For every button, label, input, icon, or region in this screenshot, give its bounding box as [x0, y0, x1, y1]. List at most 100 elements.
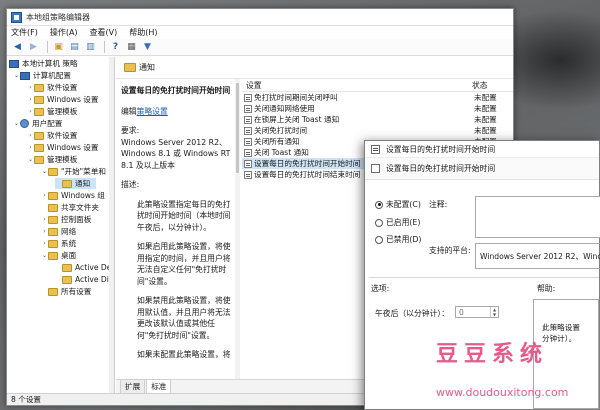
menu-file[interactable]: 文件(F) — [11, 27, 38, 38]
expand-chevron-icon[interactable]: ⌄ — [41, 168, 48, 175]
show-hide-tree-icon[interactable]: ▤ — [68, 41, 81, 54]
description-scrollbar[interactable] — [235, 79, 240, 379]
tree-item-desktop[interactable]: ⌄ 桌面 — [41, 250, 76, 261]
tree-item-shared-folders[interactable]: 共享文件夹 — [41, 202, 99, 213]
tree-item-control-panel[interactable]: › 控制面板 — [41, 214, 91, 225]
tree-item-windows-components[interactable]: › Windows 组 — [41, 190, 105, 201]
minutes-stepper[interactable]: 0 ▲ ▼ — [455, 306, 499, 318]
edit-policy-link[interactable]: 策略设置 — [137, 107, 168, 116]
radio-enabled[interactable]: 已启用(E) — [375, 217, 420, 228]
collapse-chevron-icon[interactable]: › — [27, 84, 34, 91]
folder-icon — [34, 83, 44, 92]
collapse-chevron-icon[interactable]: › — [27, 108, 34, 115]
policy-setting-icon — [371, 144, 380, 154]
edit-prefix: 编辑 — [121, 106, 137, 116]
folder-icon — [62, 263, 72, 272]
window-title: 本地组策略编辑器 — [26, 12, 90, 22]
tree-item-system[interactable]: › 系统 — [41, 238, 76, 249]
list-item[interactable]: 在锁屏上关闭 Toast 通知 未配置 — [242, 114, 513, 125]
back-arrow-icon[interactable]: ◀ — [11, 41, 24, 54]
comment-textarea[interactable] — [475, 196, 600, 238]
setting-state: 未配置 — [474, 126, 497, 135]
tree-item-notifications[interactable]: 通知 — [55, 178, 97, 189]
collapse-chevron-icon[interactable]: › — [41, 240, 48, 247]
list-item[interactable]: 关闭免打扰时间 未配置 — [242, 125, 513, 136]
description-paragraph: 此策略设置指定每日的免打扰时间开始时间（本地时间午夜后，以分钟计）。 — [137, 199, 231, 232]
tree-item-local-computer-policy[interactable]: 本地计算机 策略 — [9, 58, 78, 69]
radio-disabled[interactable]: 已禁用(D) — [375, 234, 421, 245]
up-folder-icon[interactable]: ▣ — [52, 41, 65, 54]
expand-chevron-icon[interactable]: ⌄ — [13, 72, 20, 79]
menu-view[interactable]: 查看(V) — [90, 27, 118, 38]
forward-arrow-icon[interactable]: ▶ — [27, 41, 40, 54]
tree-scrollbar[interactable] — [109, 57, 114, 393]
dialog-divider — [369, 277, 599, 278]
radio-icon[interactable] — [375, 218, 383, 227]
tree-item-label: 网络 — [61, 227, 77, 236]
column-header-setting[interactable]: 设置 — [242, 80, 468, 91]
tree-item-active-directory[interactable]: Active Di — [55, 274, 109, 285]
setting-name: 关闭通知网络使用 — [254, 104, 315, 113]
folder-icon — [48, 227, 58, 236]
radio-not-configured[interactable]: 未配置(C) — [375, 199, 421, 210]
column-header-state[interactable]: 状态 — [468, 80, 488, 91]
export-list-icon[interactable]: ▥ — [84, 41, 97, 54]
collapse-chevron-icon[interactable]: › — [27, 132, 34, 139]
pane-header: 通知 — [116, 57, 513, 79]
tree-item-user-admin-templates[interactable]: ⌄ 管理模板 — [27, 154, 77, 165]
policy-title: 设置每日的免打扰时间开始时间 — [121, 86, 231, 95]
list-item[interactable]: 关闭通知网络使用 未配置 — [242, 103, 513, 114]
minutes-after-midnight-label: 午夜后（以分钟计）： — [375, 309, 450, 318]
tree-item-user-software-settings[interactable]: › 软件设置 — [27, 130, 77, 141]
title-bar: 本地组策略编辑器 — [7, 9, 513, 26]
list-item[interactable]: 免打扰时间期间关闭呼叫 未配置 — [242, 92, 513, 103]
collapse-chevron-icon[interactable]: › — [27, 144, 34, 151]
properties-icon[interactable]: ▦ — [125, 41, 138, 54]
radio-label: 未配置(C) — [386, 200, 421, 209]
help-text: 此策略设置 — [542, 323, 580, 332]
setting-state: 未配置 — [474, 115, 497, 124]
tree-item-label: Windows 设置 — [47, 143, 99, 152]
tree-item-start-menu[interactable]: ⌄ "开始"菜单和 — [41, 166, 106, 177]
tree-item-label: 软件设置 — [47, 131, 78, 140]
tree-item-user-windows-settings[interactable]: › Windows 设置 — [27, 142, 99, 153]
tab-extended[interactable]: 扩展 — [120, 379, 146, 393]
tree-item-active-desktop[interactable]: Active De — [55, 262, 111, 273]
collapse-chevron-icon[interactable]: › — [27, 96, 34, 103]
policy-setting-icon — [244, 115, 252, 124]
tree-item-software-settings[interactable]: › 软件设置 — [27, 82, 77, 93]
collapse-chevron-icon[interactable]: › — [41, 216, 48, 223]
folder-icon — [48, 167, 58, 176]
watermark-logo: 豆豆系统 — [436, 341, 549, 367]
radio-selected-icon[interactable] — [375, 200, 383, 209]
filter-icon[interactable]: ▼ — [141, 41, 154, 54]
menu-action[interactable]: 操作(A) — [50, 27, 78, 38]
requirements-text: Windows Server 2012 R2、Windows 8.1 或 Win… — [121, 137, 231, 170]
expand-chevron-icon[interactable]: ⌄ — [27, 156, 34, 163]
collapse-chevron-icon[interactable]: › — [41, 192, 48, 199]
tree-item-user-config[interactable]: ⌄ 用户配置 — [13, 118, 62, 129]
tree-item-label: Active Di — [75, 275, 109, 284]
tree-item-windows-settings[interactable]: › Windows 设置 — [27, 94, 98, 105]
computer-icon — [20, 71, 30, 80]
status-text: 8 个设置 — [11, 395, 42, 404]
help-icon[interactable]: ? — [109, 41, 122, 54]
supported-platform-value: Windows Server 2012 R2、Windows — [480, 251, 600, 261]
dialog-header: 设置每日的免打扰时间开始时间 — [365, 158, 599, 180]
collapse-chevron-icon[interactable]: › — [41, 228, 48, 235]
tree-item-admin-templates[interactable]: › 管理模板 — [27, 106, 77, 117]
expand-chevron-icon[interactable]: ⌄ — [41, 252, 48, 259]
app-icon — [11, 11, 22, 23]
menu-help[interactable]: 帮助(H) — [129, 27, 157, 38]
tree-item-computer-config[interactable]: ⌄ 计算机配置 — [13, 70, 71, 81]
tab-standard[interactable]: 标准 — [146, 379, 172, 393]
dialog-header-text: 设置每日的免打扰时间开始时间 — [386, 164, 496, 173]
stepper-arrows-icon[interactable]: ▲ ▼ — [490, 307, 498, 317]
pane-header-title: 通知 — [139, 63, 155, 72]
folder-icon — [48, 191, 58, 200]
folder-icon — [48, 203, 58, 212]
tree-item-network[interactable]: › 网络 — [41, 226, 76, 237]
radio-icon[interactable] — [375, 235, 383, 244]
tree-item-all-settings[interactable]: 所有设置 — [41, 286, 91, 297]
expand-chevron-icon[interactable]: ⌄ — [13, 120, 20, 127]
